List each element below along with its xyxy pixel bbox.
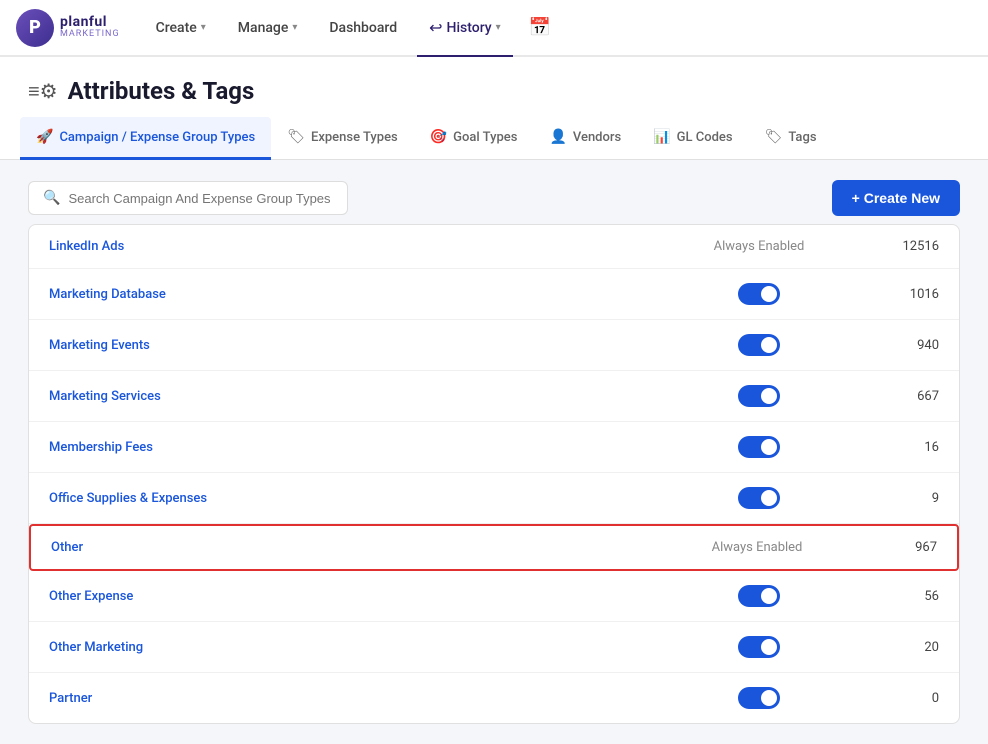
row-name[interactable]: Marketing Events: [49, 338, 659, 353]
tab-expense-types[interactable]: 🏷 Expense Types: [271, 117, 414, 160]
rocket-icon: 🚀: [36, 129, 53, 145]
tag-icon: 🏷: [287, 129, 305, 145]
nav-create[interactable]: Create ▾: [144, 0, 218, 57]
row-always-enabled: Always Enabled: [679, 239, 839, 254]
row-name[interactable]: Membership Fees: [49, 440, 659, 455]
toggle-switch[interactable]: [738, 687, 780, 709]
table-row: Marketing Events 940: [29, 320, 959, 371]
tab-gl-codes[interactable]: 📊 GL Codes: [637, 117, 748, 160]
row-count: 667: [859, 389, 939, 404]
row-name[interactable]: Other Expense: [49, 589, 659, 604]
row-count: 9: [859, 491, 939, 506]
toggle-wrap: [679, 334, 839, 356]
tab-tags[interactable]: 🏷 Tags: [749, 117, 833, 160]
toolbar: 🔍 + Create New: [28, 180, 960, 216]
toggle-wrap: [679, 636, 839, 658]
table-row: LinkedIn Ads Always Enabled 12516: [29, 225, 959, 269]
table-row: Office Supplies & Expenses 9: [29, 473, 959, 524]
toggle-switch[interactable]: [738, 385, 780, 407]
logo[interactable]: P planful MARKETING: [16, 9, 120, 47]
row-name[interactable]: Marketing Database: [49, 287, 659, 302]
search-box[interactable]: 🔍: [28, 181, 348, 215]
row-count: 0: [859, 691, 939, 706]
row-count: 16: [859, 440, 939, 455]
row-always-enabled: Always Enabled: [677, 540, 837, 555]
attributes-settings-icon: ≡⚙: [28, 79, 58, 104]
row-count: 56: [859, 589, 939, 604]
toggle-wrap: [679, 687, 839, 709]
table-row: Other Expense 56: [29, 571, 959, 622]
table-row: Partner 0: [29, 673, 959, 723]
logo-name: planful: [60, 15, 120, 30]
table-row: Marketing Services 667: [29, 371, 959, 422]
table-row: Other Always Enabled 967: [29, 524, 959, 571]
logo-icon: P: [16, 9, 54, 47]
row-name[interactable]: Other Marketing: [49, 640, 659, 655]
row-count: 12516: [859, 239, 939, 254]
toggle-wrap: [679, 585, 839, 607]
toggle-switch[interactable]: [738, 636, 780, 658]
person-icon: 👤: [549, 129, 566, 145]
history-icon: ↩: [429, 18, 442, 37]
row-count: 940: [859, 338, 939, 353]
nav-manage[interactable]: Manage ▾: [226, 0, 310, 57]
top-nav: P planful MARKETING Create ▾ Manage ▾ Da…: [0, 0, 988, 57]
row-count: 20: [859, 640, 939, 655]
create-new-button[interactable]: + Create New: [832, 180, 960, 216]
toggle-wrap: [679, 487, 839, 509]
table-row: Other Marketing 20: [29, 622, 959, 673]
row-name[interactable]: Office Supplies & Expenses: [49, 491, 659, 506]
tab-vendors[interactable]: 👤 Vendors: [533, 117, 637, 160]
tags-icon: 🏷: [765, 129, 783, 145]
calendar-icon[interactable]: 📅: [521, 9, 559, 47]
nav-history[interactable]: ↩ History ▾: [417, 0, 513, 57]
row-name[interactable]: LinkedIn Ads: [49, 239, 659, 254]
toggle-switch[interactable]: [738, 585, 780, 607]
table-row: Membership Fees 16: [29, 422, 959, 473]
tabs-bar: 🚀 Campaign / Expense Group Types 🏷 Expen…: [0, 117, 988, 160]
toggle-switch[interactable]: [738, 487, 780, 509]
logo-sub: MARKETING: [60, 30, 120, 40]
page-title: Attributes & Tags: [68, 77, 255, 105]
main-content: 🔍 + Create New LinkedIn Ads Always Enable…: [0, 160, 988, 744]
toggle-wrap: [679, 436, 839, 458]
search-icon: 🔍: [43, 190, 60, 206]
toggle-switch[interactable]: [738, 334, 780, 356]
chevron-down-icon: ▾: [201, 22, 206, 33]
toggle-switch[interactable]: [738, 283, 780, 305]
chevron-down-icon: ▾: [292, 22, 297, 33]
chart-icon: 📊: [653, 129, 670, 145]
toggle-wrap: [679, 385, 839, 407]
toggle-switch[interactable]: [738, 436, 780, 458]
row-name[interactable]: Other: [51, 540, 657, 555]
row-count: 1016: [859, 287, 939, 302]
toggle-wrap: [679, 283, 839, 305]
nav-dashboard[interactable]: Dashboard: [317, 0, 409, 57]
row-name[interactable]: Marketing Services: [49, 389, 659, 404]
chevron-down-icon: ▾: [496, 22, 501, 33]
expense-group-table: LinkedIn Ads Always Enabled 12516 Marketing…: [28, 224, 960, 724]
search-input[interactable]: [68, 191, 333, 206]
table-row: Marketing Database 1016: [29, 269, 959, 320]
row-count: 967: [857, 540, 937, 555]
tab-goal-types[interactable]: 🎯 Goal Types: [414, 117, 534, 160]
target-icon: 🎯: [430, 129, 447, 145]
row-name[interactable]: Partner: [49, 691, 659, 706]
tab-campaign-expense[interactable]: 🚀 Campaign / Expense Group Types: [20, 117, 271, 160]
page-header: ≡⚙ Attributes & Tags: [0, 57, 988, 117]
